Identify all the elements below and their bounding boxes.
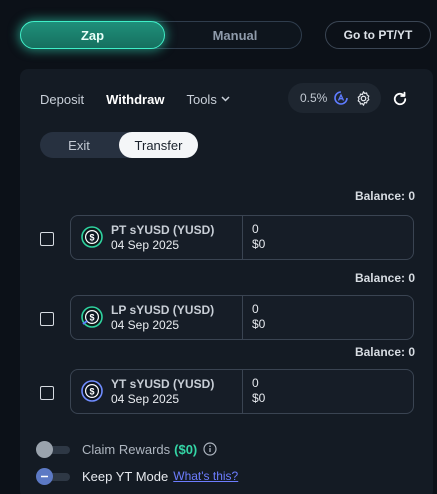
token-row-lp[interactable]: $ LP sYUSD (YUSD) 04 Sep 2025 0 $0 [70,295,414,340]
token-info: $ PT sYUSD (YUSD) 04 Sep 2025 [71,216,243,259]
manual-mode-button[interactable]: Manual [167,21,303,49]
auto-slippage-icon [333,90,349,106]
token-name: PT sYUSD (YUSD) [111,223,215,237]
token-amount-block: 0 $0 [252,302,265,332]
token-row-pt[interactable]: $ PT sYUSD (YUSD) 04 Sep 2025 0 $0 [70,215,414,260]
svg-text:$: $ [89,233,94,243]
exit-transfer-toggle: Exit Transfer [40,132,198,158]
keep-yt-label: Keep YT Mode [82,468,169,484]
svg-text:$: $ [89,387,94,397]
claim-rewards-value: ($0) [174,441,198,457]
transfer-option[interactable]: Transfer [119,132,198,158]
claim-rewards-switch[interactable] [36,441,70,458]
balance-label: Balance: 0 [354,345,415,359]
keep-yt-switch[interactable] [36,468,70,485]
token-row-yt[interactable]: $ YT sYUSD (YUSD) 04 Sep 2025 0 $0 [70,369,414,414]
yt-token-icon: $ [81,380,103,402]
info-icon[interactable] [203,442,217,456]
token-info: $ LP sYUSD (YUSD) 04 Sep 2025 [71,296,243,339]
select-yt-checkbox[interactable] [40,386,54,400]
token-amount-block: 0 $0 [252,222,265,252]
token-name: YT sYUSD (YUSD) [111,377,215,391]
keep-yt-row: Keep YT Mode What's this? [36,468,238,485]
gear-icon[interactable] [355,90,372,107]
token-usd-value: $0 [252,237,266,251]
select-lp-checkbox[interactable] [40,312,54,326]
claim-rewards-row: Claim Rewards ($0) [36,441,217,458]
token-maturity: 04 Sep 2025 [111,392,180,406]
withdraw-panel: Deposit Withdraw Tools 0.5% Exit Transfe… [20,69,433,494]
token-usd-value: $0 [252,391,266,405]
tab-deposit[interactable]: Deposit [40,92,84,107]
token-amount-block: 0 $0 [252,376,265,406]
mode-switch: Zap Manual [20,21,302,49]
token-info: $ YT sYUSD (YUSD) 04 Sep 2025 [71,370,243,413]
token-usd-value: $0 [252,317,266,331]
refresh-icon[interactable] [391,90,409,108]
whats-this-link[interactable]: What's this? [173,469,238,483]
mode-bar: Zap Manual Go to PT/YT [20,21,431,49]
balance-label: Balance: 0 [354,271,415,285]
exit-option[interactable]: Exit [40,132,118,158]
pt-token-icon: $ [81,226,103,248]
claim-rewards-label: Claim Rewards [82,441,171,457]
balance-label: Balance: 0 [354,189,415,203]
switch-knob [36,468,53,485]
lp-token-icon: $ [81,306,103,328]
action-tabs: Deposit Withdraw Tools [40,91,230,107]
slippage-value: 0.5% [300,91,328,105]
tab-tools-label: Tools [186,91,217,107]
zap-mode-button[interactable]: Zap [20,21,165,49]
go-to-pt-yt-button[interactable]: Go to PT/YT [325,21,431,49]
tab-tools[interactable]: Tools [186,91,230,107]
tab-withdraw[interactable]: Withdraw [106,92,164,107]
token-amount: 0 [252,222,259,236]
switch-knob [36,441,53,458]
token-maturity: 04 Sep 2025 [111,238,180,252]
slippage-settings[interactable]: 0.5% [288,83,381,113]
minus-icon [41,475,48,478]
token-amount: 0 [252,302,259,316]
svg-text:$: $ [89,313,94,323]
token-amount: 0 [252,376,259,390]
token-maturity: 04 Sep 2025 [111,318,180,332]
chevron-down-icon [221,96,230,102]
token-name: LP sYUSD (YUSD) [111,303,215,317]
select-pt-checkbox[interactable] [40,232,54,246]
